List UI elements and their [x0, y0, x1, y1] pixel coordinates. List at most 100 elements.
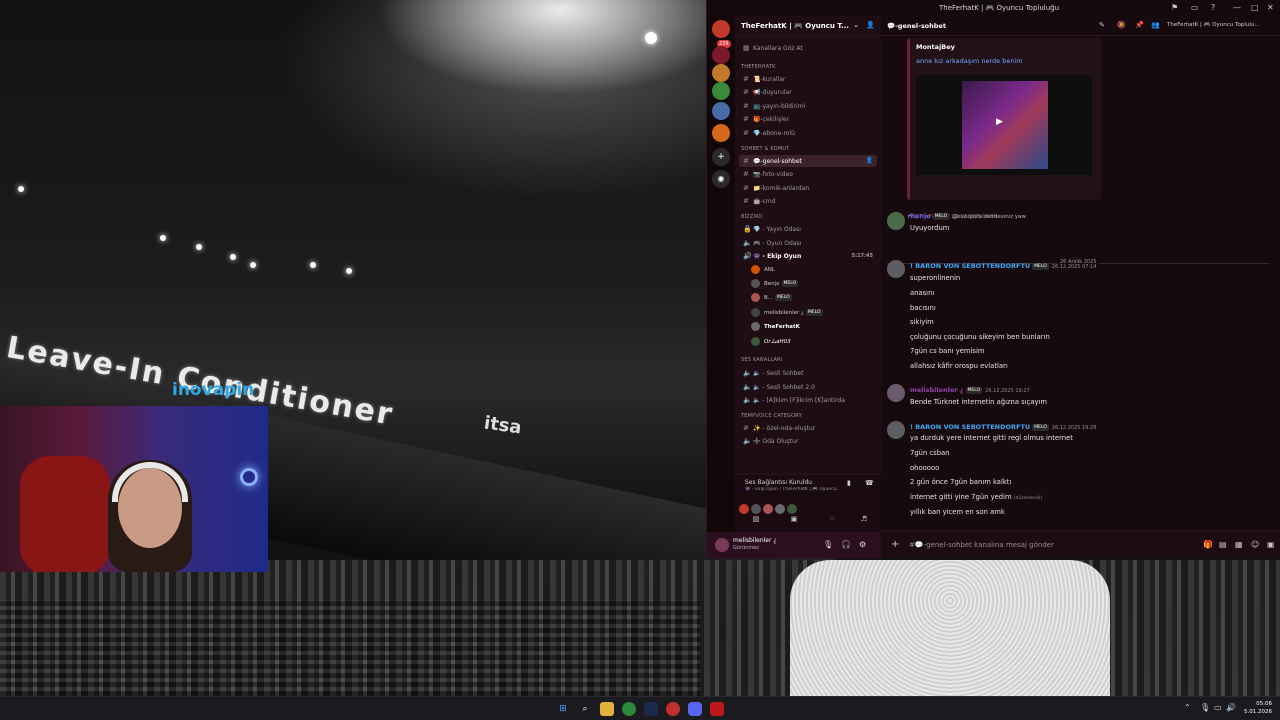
screen-icon[interactable]: ▭ [1191, 3, 1199, 12]
apps-icon[interactable]: ▣ [1267, 540, 1275, 549]
channel-foto-video[interactable]: # 📷-foto-video [739, 168, 877, 180]
voice-user[interactable]: B... MELO [751, 292, 792, 304]
microphone-icon[interactable]: 🎙 [823, 540, 833, 549]
close-button[interactable]: ✕ [1267, 3, 1274, 12]
voice-channel-sesli-sohbet[interactable]: 🔈🔈 - Sesli Sohbet [739, 367, 877, 379]
disconnect-icon[interactable]: ☎ [865, 479, 874, 487]
voice-channel-ekip-oyun[interactable]: 🔊👾 - Ekip Oyun 5:17:45 [739, 250, 877, 262]
notification-bell-icon[interactable]: 🔕 [1117, 21, 1126, 29]
channel-abone-rolu[interactable]: # 💎-abone-rolü [739, 127, 877, 139]
home-icon[interactable] [712, 20, 730, 38]
gif-icon[interactable]: ▤ [1219, 540, 1227, 549]
voice-user[interactable]: TheFerhatK [751, 321, 800, 333]
help-icon[interactable]: ? [1211, 3, 1215, 12]
chevron-up-icon[interactable]: ⌃ [1184, 703, 1191, 712]
attach-plus-icon[interactable]: + [891, 539, 899, 550]
server-header[interactable]: TheFerhatK | 🎮 Oyuncu T... ⌄ 👤 [735, 16, 881, 36]
avatar[interactable] [887, 260, 905, 278]
voice-channel-oyun-odasi[interactable]: 🔈🎮 - Oyun Odası [739, 237, 877, 249]
microphone-icon[interactable]: 🎙 [1200, 703, 1210, 712]
channel-cekilisler[interactable]: # 🎁-çekilişler [739, 113, 877, 125]
chevron-down-icon[interactable]: ⌄ [853, 21, 859, 29]
settings-icon[interactable]: ⚙ [859, 540, 866, 549]
app-icon[interactable] [666, 702, 680, 716]
discord-icon[interactable] [688, 702, 702, 716]
channel-komik-anlardan[interactable]: # 📁-komik-anlardan [739, 182, 877, 194]
category-sohbet[interactable]: SOHBET & KOMUT [741, 146, 789, 152]
threads-icon[interactable]: ✎ [1099, 21, 1105, 29]
soundboard-icon[interactable]: ♬ [853, 515, 875, 527]
gift-icon[interactable]: 🎁 [1203, 540, 1213, 549]
channel-kurallar[interactable]: # 📜-kurallar [739, 73, 877, 85]
avatar [751, 308, 760, 317]
voice-user[interactable]: Benjo MELO [751, 278, 799, 290]
avatar[interactable] [715, 538, 729, 552]
search-icon[interactable]: ⌕ [578, 702, 592, 716]
server-icon[interactable] [712, 102, 730, 120]
voice-user-name: OrムaН03 [764, 339, 791, 345]
voice-channel-yayin-odasi[interactable]: 🔒💎 - Yayın Odası [739, 223, 877, 235]
server-icon[interactable] [712, 46, 730, 64]
voice-user[interactable]: ANL [751, 264, 775, 276]
category-tempvoice[interactable]: TEMPVOICE CATEGORY [741, 413, 802, 419]
voice-channel-sesli-sohbet-2[interactable]: 🔈🔈 - Sesli Sohbet 2.0 [739, 381, 877, 393]
message-author[interactable]: ! BARON VON SEBOTTENDORFTU [910, 423, 1030, 431]
screen-share-icon[interactable]: ▣ [783, 515, 805, 527]
hash-icon: # [743, 88, 749, 96]
activities-icon[interactable]: ⁙ [821, 515, 843, 527]
network-icon[interactable]: ▭ [1214, 703, 1222, 712]
channel-genel-sohbet[interactable]: # 💬-genel-sohbet 👤 [739, 155, 877, 167]
add-member-icon[interactable]: 👤 [866, 155, 873, 167]
chrome-icon[interactable] [622, 702, 636, 716]
category-bizziko[interactable]: BİZZİKO [741, 214, 763, 220]
category-ses-kanallari[interactable]: SES KANALLARI [741, 357, 783, 363]
member-list-icon[interactable]: 👥 [1151, 21, 1160, 29]
maximize-button[interactable]: □ [1251, 3, 1259, 12]
start-menu-icon[interactable]: ⊞ [556, 702, 570, 716]
embed-video[interactable]: ▶ [916, 75, 1092, 175]
embed-title[interactable]: anne kız arkadaşım nerde benim [916, 57, 1023, 65]
message-author[interactable]: Benjo [910, 212, 931, 220]
inbox-icon[interactable]: ⚑ [1171, 3, 1178, 12]
signal-icon[interactable]: ▮ [847, 479, 851, 487]
channel-yayin-bildirimi[interactable]: # 📺-yayın-bildirimi [739, 100, 877, 112]
category-theferhatk[interactable]: THEFERHATK [741, 64, 776, 70]
voice-channel-aklim[interactable]: 🔈🔈 - [A]klım [F]ikrim [K]antirda [739, 394, 877, 406]
message-author[interactable]: melisbilenler ¿ [910, 386, 964, 394]
obs-icon[interactable] [710, 702, 724, 716]
minimize-button[interactable]: — [1233, 3, 1241, 12]
message-author[interactable]: ! BARON VON SEBOTTENDORFTU [910, 262, 1030, 270]
sticker-icon[interactable]: ▦ [1235, 540, 1243, 549]
channel-ozel-oda-olustur[interactable]: # ✨ - özel-oda-oluştur [739, 422, 877, 434]
message-input[interactable]: #💬-genel-sohbet kanalına mesaj gönder [909, 541, 1054, 549]
voice-user[interactable]: melisbilenler ¿ MELO [751, 307, 823, 319]
camera-off-icon[interactable]: ▧ [745, 515, 767, 527]
channel-duyurular[interactable]: # 📢-duyurular [739, 86, 877, 98]
server-icon[interactable] [712, 82, 730, 100]
arena-light [160, 235, 166, 241]
avatar[interactable] [887, 421, 905, 439]
channel-label: 🎁-çekilişler [753, 116, 790, 123]
system-clock[interactable]: 05:06 5.01.2026 [1240, 700, 1272, 716]
embed-author[interactable]: MontajBey [916, 43, 955, 51]
voice-channel-path[interactable]: 👾 - Ekip Oyun / TheFerhatK | 🎮 Oyuncu... [745, 487, 845, 492]
add-member-icon[interactable]: 👤 [866, 21, 875, 29]
message-timestamp: 26.12.2025 19:27 [985, 388, 1030, 394]
volume-icon[interactable]: 🔊 [1226, 703, 1236, 712]
steam-icon[interactable] [644, 702, 658, 716]
add-server-icon[interactable]: + [712, 148, 730, 166]
emoji-icon[interactable]: ☺ [1251, 540, 1259, 549]
server-icon[interactable] [712, 124, 730, 142]
discover-icon[interactable]: ◉ [712, 170, 730, 188]
play-icon[interactable]: ▶ [996, 117, 1003, 127]
avatar[interactable] [887, 384, 905, 402]
server-icon[interactable] [712, 64, 730, 82]
browse-channels[interactable]: ▦ Kanallara Göz At [739, 42, 877, 54]
pin-icon[interactable]: 📌 [1135, 21, 1144, 29]
file-explorer-icon[interactable] [600, 702, 614, 716]
channel-cmd[interactable]: # 🤖-cmd [739, 195, 877, 207]
headphones-icon[interactable]: 🎧 [841, 540, 851, 549]
voice-channel-oda-olustur[interactable]: 🔈➕ Oda Oluştur [739, 435, 877, 447]
avatar[interactable] [887, 212, 905, 230]
voice-user[interactable]: OrムaН03 [751, 336, 791, 348]
